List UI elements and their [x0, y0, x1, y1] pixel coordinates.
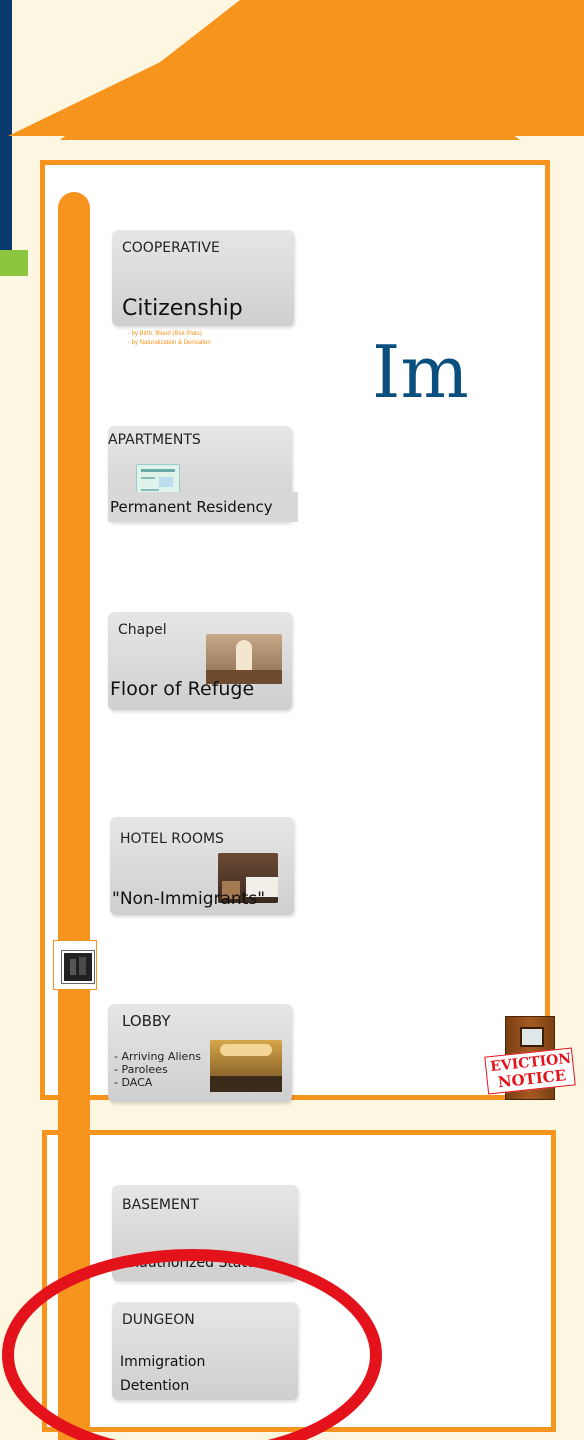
floor-title: Permanent Residency	[110, 498, 273, 516]
floor-label: BASEMENT	[122, 1197, 199, 1213]
highlight-circle	[2, 1249, 382, 1440]
floor-label: LOBBY	[122, 1012, 171, 1030]
floor-card-hotel-rooms[interactable]: HOTEL ROOMS "Non-Immigrants"	[110, 817, 294, 915]
left-green-accent	[0, 250, 28, 276]
floor-title: Floor of Refuge	[110, 678, 255, 700]
lobby-item: - Parolees	[114, 1063, 168, 1076]
elevator-car[interactable]	[53, 940, 97, 990]
apartments-title-strip: Permanent Residency	[108, 492, 298, 522]
lobby-image	[210, 1040, 282, 1092]
floor-card-lobby[interactable]: LOBBY - Arriving Aliens - Parolees - DAC…	[108, 1004, 292, 1102]
floor-label: APARTMENTS	[108, 432, 201, 448]
lobby-item: - Arriving Aliens	[114, 1050, 202, 1063]
floor-label: COOPERATIVE	[122, 240, 220, 256]
roof	[8, 0, 584, 140]
floor-label: Chapel	[118, 622, 167, 638]
door-window	[520, 1027, 544, 1047]
lobby-item: - DACA	[114, 1076, 153, 1089]
floor-card-cooperative[interactable]: COOPERATIVE Citizenship	[112, 230, 294, 326]
chapel-interior-image	[206, 634, 282, 684]
citizenship-note-2: - by Naturalization & Derivation	[128, 340, 211, 346]
elevator-car-photo	[62, 951, 94, 983]
floor-title: Citizenship	[122, 296, 243, 321]
eviction-notice-sign: EVICTION NOTICE	[484, 1047, 576, 1095]
citizenship-note-1: - by Birth: Blood (Blut Plats)	[128, 331, 202, 337]
floor-title: "Non-Immigrants"	[112, 889, 266, 909]
floor-card-chapel[interactable]: Chapel Floor of Refuge	[108, 612, 292, 710]
title-partial: Im	[372, 330, 469, 414]
floor-label: HOTEL ROOMS	[120, 831, 224, 847]
